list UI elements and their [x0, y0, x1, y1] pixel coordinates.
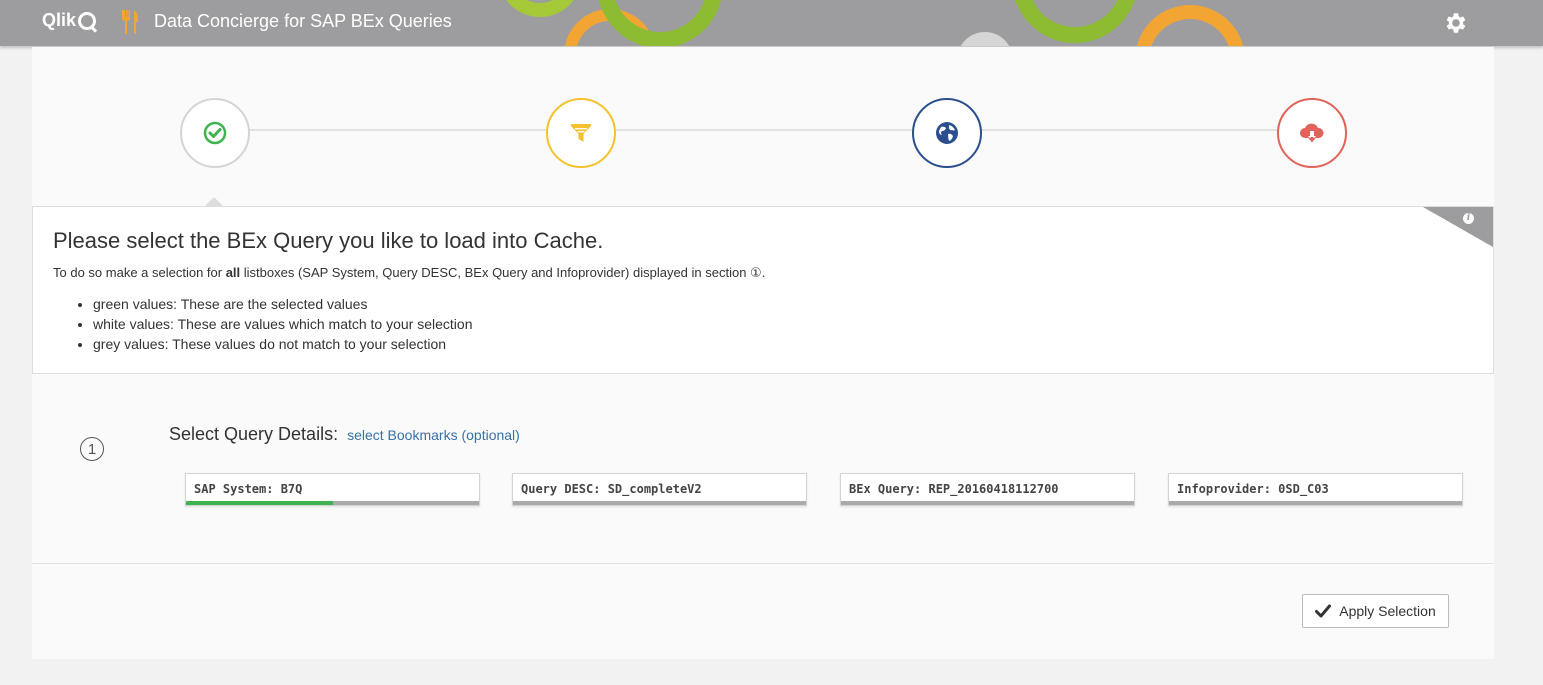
listbox-label: Infoprovider: 0SD_C03	[1177, 482, 1329, 496]
cloud-download-icon	[1300, 123, 1324, 143]
main-page: i Please select the BEx Query you like t…	[32, 47, 1494, 659]
list-item: green values: These are the selected val…	[93, 294, 473, 314]
step-select-query[interactable]	[180, 98, 250, 168]
listbox-label: Query DESC: SD_completeV2	[521, 482, 702, 496]
legend-list: green values: These are the selected val…	[73, 294, 473, 354]
check-icon	[1315, 604, 1332, 618]
qlik-logo: Qlik	[42, 10, 97, 31]
selection-bar	[186, 501, 479, 505]
app-header: Qlik Data Concierge for SAP BEx Queries	[0, 0, 1543, 46]
section-ref: ①	[750, 265, 762, 280]
selection-bar	[513, 501, 806, 505]
fork-knife-icon	[122, 10, 138, 34]
check-circle-icon	[203, 121, 227, 145]
apply-selection-button[interactable]: Apply Selection	[1302, 594, 1449, 628]
step-filter[interactable]	[546, 98, 616, 168]
list-item: white values: These are values which mat…	[93, 314, 473, 334]
listbox-sap-system[interactable]: SAP System: B7Q	[185, 473, 480, 506]
globe-icon	[936, 122, 958, 144]
stepper-line	[616, 129, 912, 131]
section-number: 1	[80, 437, 104, 461]
info-description: To do so make a selection for all listbo…	[53, 265, 766, 280]
stepper-line	[250, 129, 546, 131]
info-title: Please select the BEx Query you like to …	[53, 228, 604, 253]
info-corner	[1423, 207, 1493, 247]
step-download[interactable]	[1277, 98, 1347, 168]
gear-icon[interactable]	[1442, 10, 1468, 36]
info-panel: i Please select the BEx Query you like t…	[32, 206, 1494, 374]
select-bookmarks-link[interactable]: select Bookmarks (optional)	[347, 427, 520, 443]
list-item: grey values: These values do not match t…	[93, 334, 473, 354]
app-title: Data Concierge for SAP BEx Queries	[154, 11, 452, 31]
stepper-line	[982, 129, 1277, 131]
filter-icon	[571, 124, 591, 142]
step-globe[interactable]	[912, 98, 982, 168]
listbox-label: BEx Query: REP_20160418112700	[849, 482, 1059, 496]
listbox-infoprovider[interactable]: Infoprovider: 0SD_C03	[1168, 473, 1463, 506]
selection-bar	[841, 501, 1134, 505]
listbox-query-desc[interactable]: Query DESC: SD_completeV2	[512, 473, 807, 506]
selection-bar	[1169, 501, 1462, 505]
listbox-label: SAP System: B7Q	[194, 482, 303, 496]
info-icon[interactable]: i	[1463, 213, 1474, 224]
section-divider	[32, 563, 1494, 564]
listbox-bex-query[interactable]: BEx Query: REP_20160418112700	[840, 473, 1135, 506]
query-details-title: Select Query Details: select Bookmarks (…	[169, 424, 520, 444]
